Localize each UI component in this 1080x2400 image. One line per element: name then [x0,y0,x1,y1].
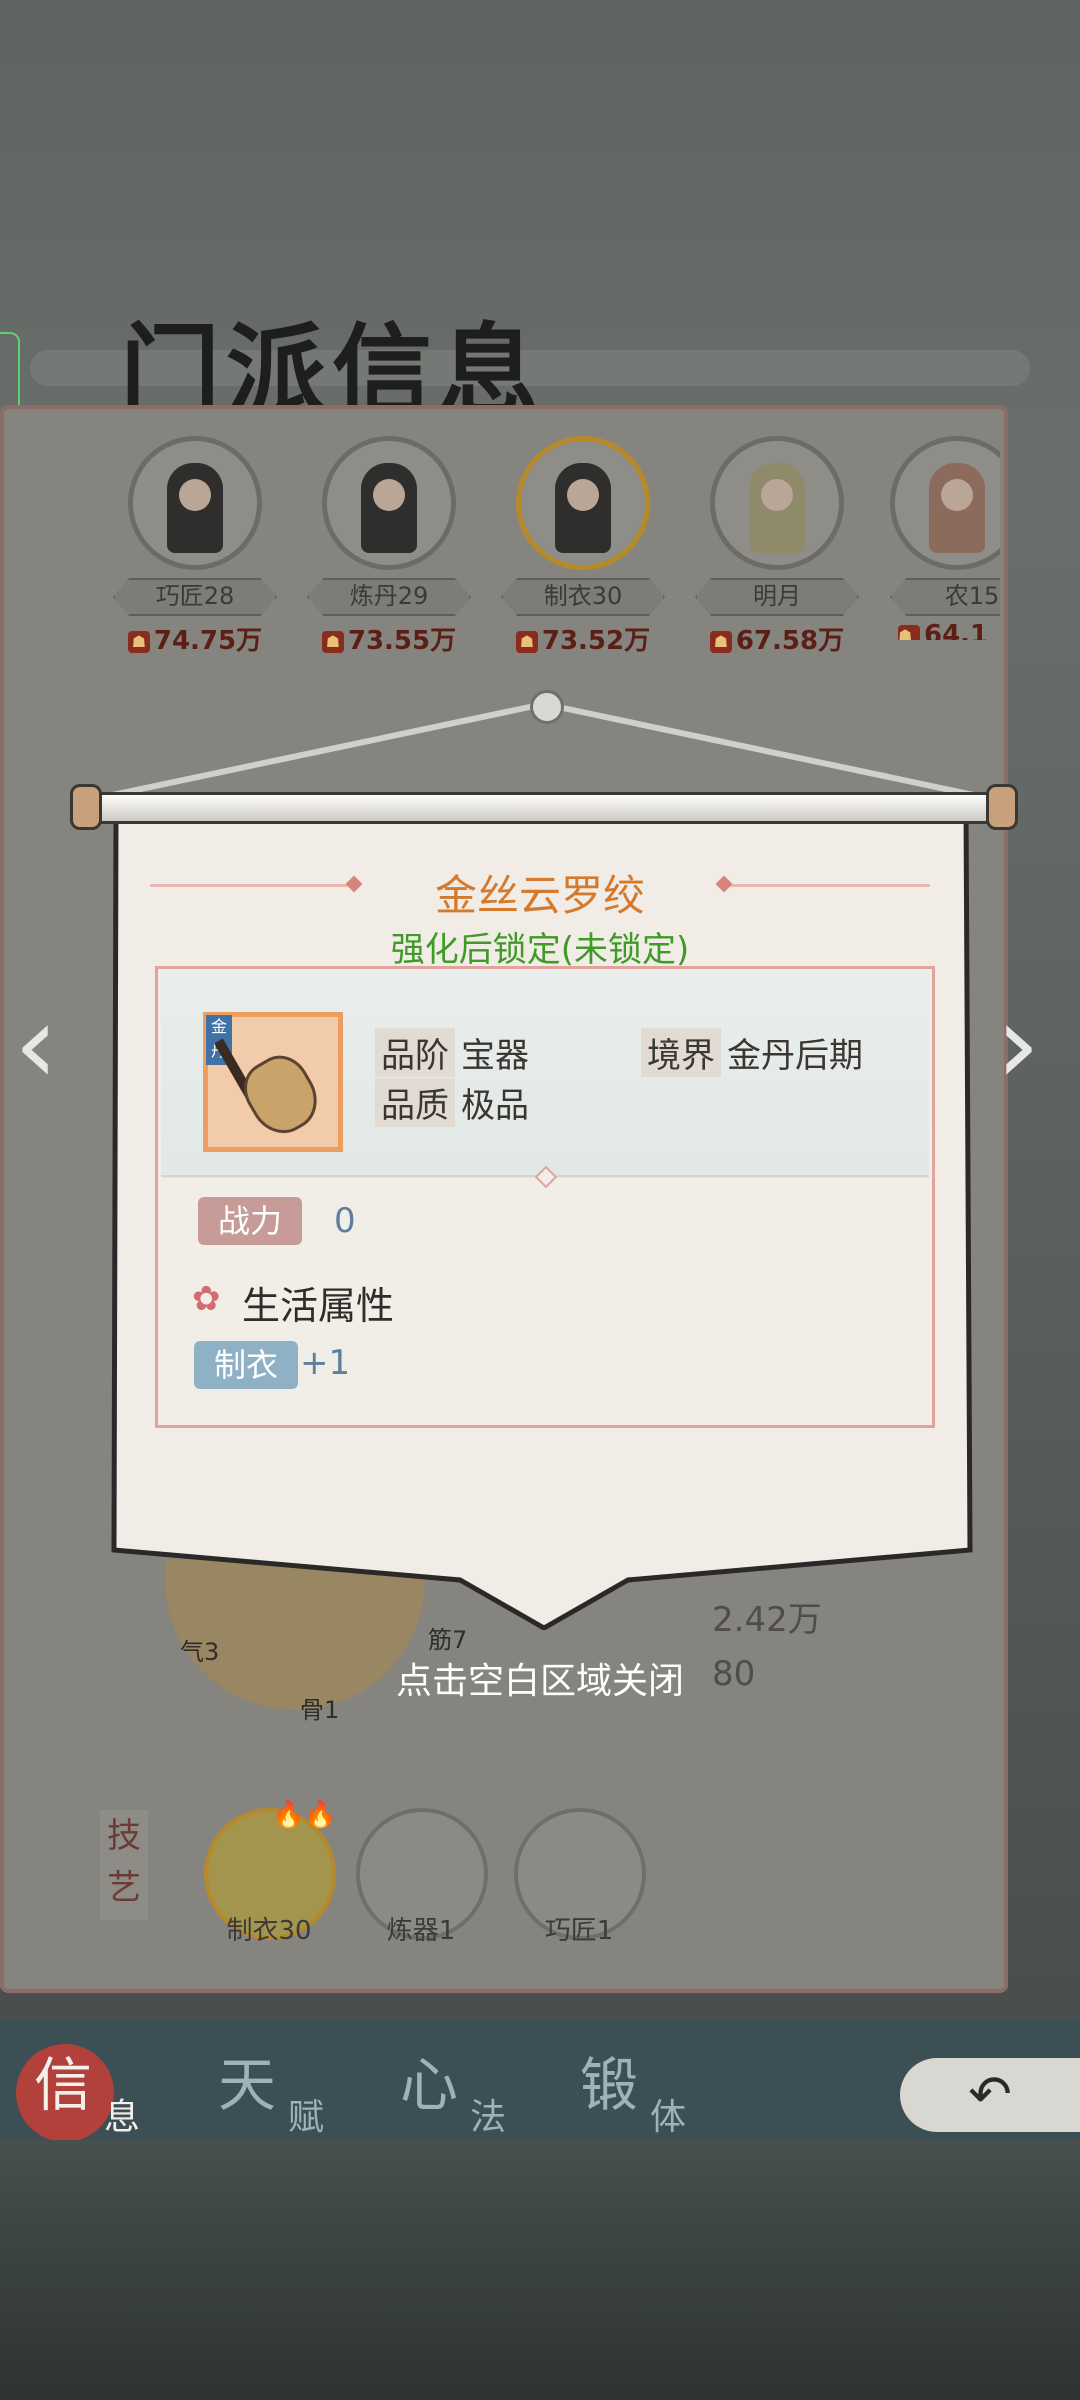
skill-item[interactable]: 炼器1 [356,1808,488,1947]
fire-icon: 🔥 [272,1800,305,1830]
rod-end-left [70,784,102,830]
tab-method[interactable]: 心 法 [372,2030,547,2140]
mountain-backdrop [0,2140,1080,2400]
grade-label: 品阶 [375,1028,455,1077]
back-button[interactable]: ↶ [900,2058,1080,2132]
skills-row: 🔥 🔥 制衣30 炼器1 巧匠1 [100,1800,660,1946]
scroll-rod [80,792,1006,824]
tab-char: 信 [34,2051,93,2119]
flower-icon: ✿ [192,1279,221,1319]
skill-label: 制衣 [194,1341,298,1389]
life-attr-title: 生活属性 [242,1284,395,1328]
back-arrow-icon: ↶ [968,2065,1012,2125]
lock-status[interactable]: 强化后锁定(未锁定) [0,922,1080,971]
realm-label: 境界 [641,1028,721,1077]
power-value: 0 [334,1201,356,1241]
prev-arrow-icon[interactable]: ‹ [14,980,58,1108]
tab-char: 锻 [580,2051,639,2119]
gourd-item-icon [233,1045,329,1145]
tab-char: 天 [218,2051,277,2119]
skill-item[interactable]: 🔥 🔥 制衣30 [204,1800,336,1947]
tab-char: 体 [650,2097,687,2138]
skill-name: 制衣30 [226,1916,312,1946]
tab-char: 赋 [288,2097,325,2138]
tab-talent[interactable]: 天 赋 [190,2030,365,2140]
fire-icon: 🔥 [304,1800,337,1830]
rod-end-right [986,784,1018,830]
item-info-box: 金丹 品阶宝器 境界金丹后期 品质极品 战力 0 ✿ 生活属性 制衣 +1 [155,966,935,1428]
tab-char: 法 [470,2097,507,2138]
realm-value: 金丹后期 [727,1036,863,1076]
close-hint[interactable]: 点击空白区域关闭 [0,1652,1080,1704]
tab-char: 心 [400,2051,459,2119]
grade-value: 宝器 [461,1036,529,1076]
item-icon-card: 金丹 [203,1012,343,1152]
tab-info[interactable]: 信 息 [6,2030,181,2140]
skill-item[interactable]: 巧匠1 [514,1808,646,1947]
power-label: 战力 [198,1197,302,1245]
grade-attr: 品阶 宝器 [375,1028,529,1077]
quality-value: 极品 [461,1086,529,1126]
skill-name: 巧匠1 [544,1916,614,1946]
rope-knob [530,690,564,724]
quality-label: 品质 [375,1078,455,1127]
quality-attr: 品质 极品 [375,1078,529,1127]
item-name: 金丝云罗绞 [434,871,645,920]
next-arrow-icon[interactable]: › [996,980,1040,1108]
item-header-area: 金丹 品阶宝器 境界金丹后期 品质极品 [161,972,929,1178]
realm-attr: 境界 金丹后期 [641,1028,863,1077]
tab-char: 息 [104,2097,141,2138]
skill-name: 炼器1 [386,1916,456,1946]
tab-forge-body[interactable]: 锻 体 [552,2030,727,2140]
skill-value: +1 [300,1343,351,1383]
